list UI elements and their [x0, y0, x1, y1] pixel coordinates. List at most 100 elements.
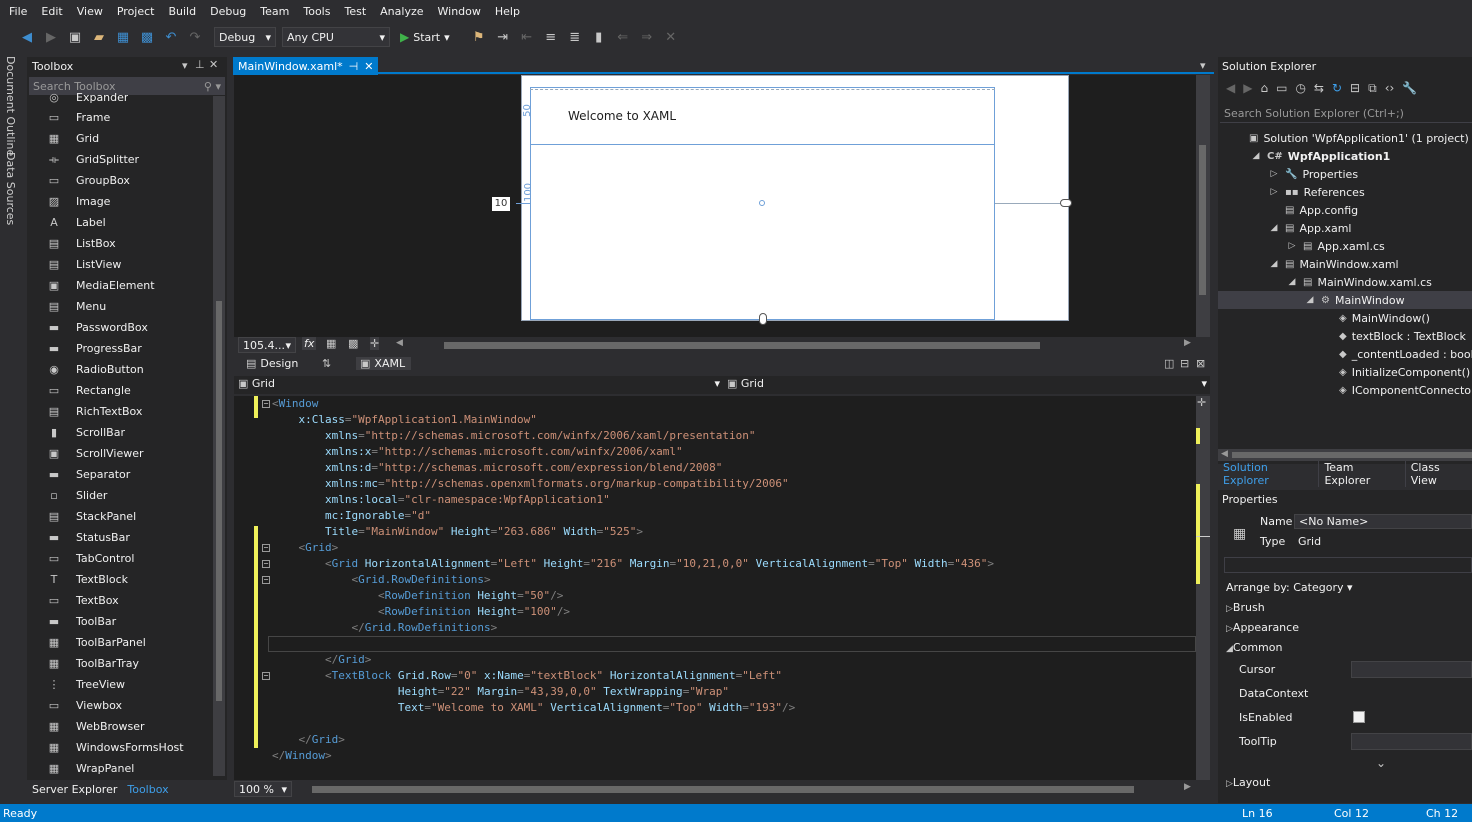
solution-item[interactable]: ▷ ▤ App.xaml.cs	[1286, 237, 1385, 255]
tree-arrow-icon[interactable]: ▷	[1286, 241, 1298, 251]
menu-build[interactable]: Build	[161, 5, 203, 18]
grid-lines-icon[interactable]: ▦	[326, 337, 336, 350]
platform-select[interactable]: Any CPU ▾	[282, 27, 390, 47]
textblock-preview[interactable]: Welcome to XAML	[568, 109, 676, 123]
toolbox-item-rectangle[interactable]: ▭ Rectangle	[46, 380, 131, 401]
toolbox-item-stackpanel[interactable]: ▤ StackPanel	[46, 506, 136, 527]
category-layout[interactable]: ▷Layout	[1226, 776, 1270, 789]
pin-icon[interactable]: ⊣	[349, 60, 359, 73]
center-handle[interactable]	[759, 200, 765, 206]
collapse-pane-icon[interactable]: ⊠	[1196, 357, 1205, 370]
toolbox-item-slider[interactable]: ▫ Slider	[46, 485, 107, 506]
editor-hscroll-thumb[interactable]	[312, 786, 1134, 793]
save-icon[interactable]: ▦	[114, 30, 132, 45]
toolbox-item-scrollbar[interactable]: ▮ ScrollBar	[46, 422, 125, 443]
tree-arrow-icon[interactable]: ◢	[1286, 277, 1298, 287]
close-icon[interactable]: ✕	[209, 58, 218, 71]
nav-right-select[interactable]: ▣ Grid ▾	[727, 377, 1207, 390]
menu-project[interactable]: Project	[110, 5, 162, 18]
fold-toggle-icon[interactable]: −	[262, 672, 270, 680]
chevron-down-icon[interactable]: ⌄	[1376, 756, 1386, 770]
tab-xaml[interactable]: ▣ XAML	[356, 357, 412, 370]
menu-tools[interactable]: Tools	[296, 5, 337, 18]
toolbox-item-frame[interactable]: ▭ Frame	[46, 107, 110, 128]
tree-arrow-icon[interactable]: ◢	[1250, 151, 1262, 161]
tab-class-view[interactable]: Class View	[1406, 461, 1472, 487]
scroll-right-icon[interactable]: ▶	[1184, 338, 1191, 348]
menu-file[interactable]: File	[2, 5, 34, 18]
zoom-select[interactable]: 105.4... ▾	[238, 337, 296, 353]
scrollbar-thumb[interactable]	[1232, 452, 1472, 458]
toolbox-item-passwordbox[interactable]: ▬ PasswordBox	[46, 317, 148, 338]
scrollbar-thumb[interactable]	[1199, 145, 1206, 295]
vertical-split-icon[interactable]: ◫	[1164, 357, 1174, 370]
solution-search-input[interactable]: Search Solution Explorer (Ctrl+;)	[1220, 105, 1472, 123]
solution-item[interactable]: ▷ 🔧 Properties	[1268, 165, 1359, 183]
home-icon[interactable]: ⌂	[1260, 81, 1268, 96]
swap-panes-icon[interactable]: ⇅	[322, 357, 331, 370]
snap-grid-icon[interactable]: ▩	[348, 337, 358, 350]
menu-analyze[interactable]: Analyze	[373, 5, 430, 18]
scroll-left-icon[interactable]: ◀	[396, 338, 403, 348]
undo-icon[interactable]: ↶	[162, 30, 180, 45]
snap-lines-icon[interactable]: ✛	[370, 337, 380, 350]
open-file-icon[interactable]: ▰	[90, 30, 108, 45]
designer-hscroll-thumb[interactable]	[444, 342, 1040, 349]
fold-toggle-icon[interactable]: −	[262, 576, 270, 584]
copy-icon[interactable]: ⧉	[1368, 81, 1377, 96]
browser-link-icon[interactable]: ⚑	[470, 30, 488, 45]
xaml-editor[interactable]: <Window x:Class="WpfApplication1.MainWin…	[234, 396, 1196, 780]
tree-arrow-icon[interactable]: ◢	[1304, 295, 1316, 305]
new-project-icon[interactable]: ▣	[66, 30, 84, 45]
toolbox-item-toolbartray[interactable]: ▦ ToolBarTray	[46, 653, 139, 674]
solution-item[interactable]: ◆ _contentLoaded : bool	[1322, 345, 1472, 363]
designer-vscroll[interactable]	[1196, 75, 1210, 337]
fold-toggle-icon[interactable]: −	[262, 560, 270, 568]
name-input[interactable]: <No Name>	[1294, 514, 1472, 529]
toolbox-item-statusbar[interactable]: ▬ StatusBar	[46, 527, 130, 548]
menu-team[interactable]: Team	[253, 5, 296, 18]
pin-icon[interactable]: ⊥	[195, 58, 205, 71]
document-outline-tab[interactable]: Document Outline	[4, 56, 17, 159]
tab-toolbox[interactable]: Toolbox	[127, 783, 168, 796]
category-appearance[interactable]: ▷Appearance	[1226, 621, 1299, 634]
nav-left-select[interactable]: ▣ Grid ▾	[238, 377, 720, 390]
tab-solution-explorer[interactable]: Solution Explorer	[1218, 461, 1320, 487]
menu-edit[interactable]: Edit	[34, 5, 69, 18]
toolbox-item-wrappanel[interactable]: ▦ WrapPanel	[46, 758, 135, 779]
toolbox-item-image[interactable]: ▨ Image	[46, 191, 111, 212]
solution-item[interactable]: ◢ ▤ App.xaml	[1268, 219, 1352, 237]
redo-icon[interactable]: ↷	[186, 30, 204, 45]
menu-view[interactable]: View	[70, 5, 110, 18]
toolbox-item-textbox[interactable]: ▭ TextBox	[46, 590, 119, 611]
toolbox-item-expander[interactable]: ◎ Expander	[46, 90, 128, 104]
step-icon[interactable]: ⇥	[494, 30, 512, 45]
toolbox-item-groupbox[interactable]: ▭ GroupBox	[46, 170, 130, 191]
menu-help[interactable]: Help	[488, 5, 527, 18]
solution-item[interactable]: ◢ ▤ MainWindow.xaml.cs	[1286, 273, 1432, 291]
solution-hscroll[interactable]: ◀	[1218, 449, 1472, 461]
category-common[interactable]: ◢Common	[1226, 641, 1282, 654]
toolbox-item-progressbar[interactable]: ▬ ProgressBar	[46, 338, 142, 359]
fold-toggle-icon[interactable]: −	[262, 544, 270, 552]
tree-arrow-icon[interactable]: ▷	[1268, 187, 1280, 197]
sync-icon[interactable]: ⇆	[1314, 81, 1324, 96]
chevron-down-icon[interactable]: ▾	[182, 59, 188, 72]
tab-design[interactable]: ▤ Design	[246, 357, 298, 370]
toolbox-item-grid[interactable]: ▦ Grid	[46, 128, 99, 149]
toolbox-item-treeview[interactable]: ⋮ TreeView	[46, 674, 126, 695]
close-icon[interactable]: ✕	[364, 60, 373, 73]
toolbox-item-separator[interactable]: ▬ Separator	[46, 464, 131, 485]
scroll-right-icon[interactable]: ▶	[1184, 782, 1191, 792]
toolbox-item-scrollviewer[interactable]: ▣ ScrollViewer	[46, 443, 144, 464]
wrench-icon[interactable]: 🔧	[1402, 81, 1417, 96]
outdent-icon[interactable]: ≣	[566, 30, 584, 45]
back-icon[interactable]: ◀	[18, 30, 36, 45]
toolbox-item-textblock[interactable]: T TextBlock	[46, 569, 128, 590]
solution-item[interactable]: ◆ textBlock : TextBlock	[1322, 327, 1466, 345]
refresh-icon[interactable]: ↻	[1332, 81, 1342, 96]
solution-item[interactable]: ▷ ▪▪ References	[1268, 183, 1365, 201]
tooltip-input[interactable]	[1351, 733, 1472, 750]
tree-arrow-icon[interactable]: ◢	[1268, 259, 1280, 269]
editor-zoom-select[interactable]: 100 % ▾	[234, 781, 292, 797]
